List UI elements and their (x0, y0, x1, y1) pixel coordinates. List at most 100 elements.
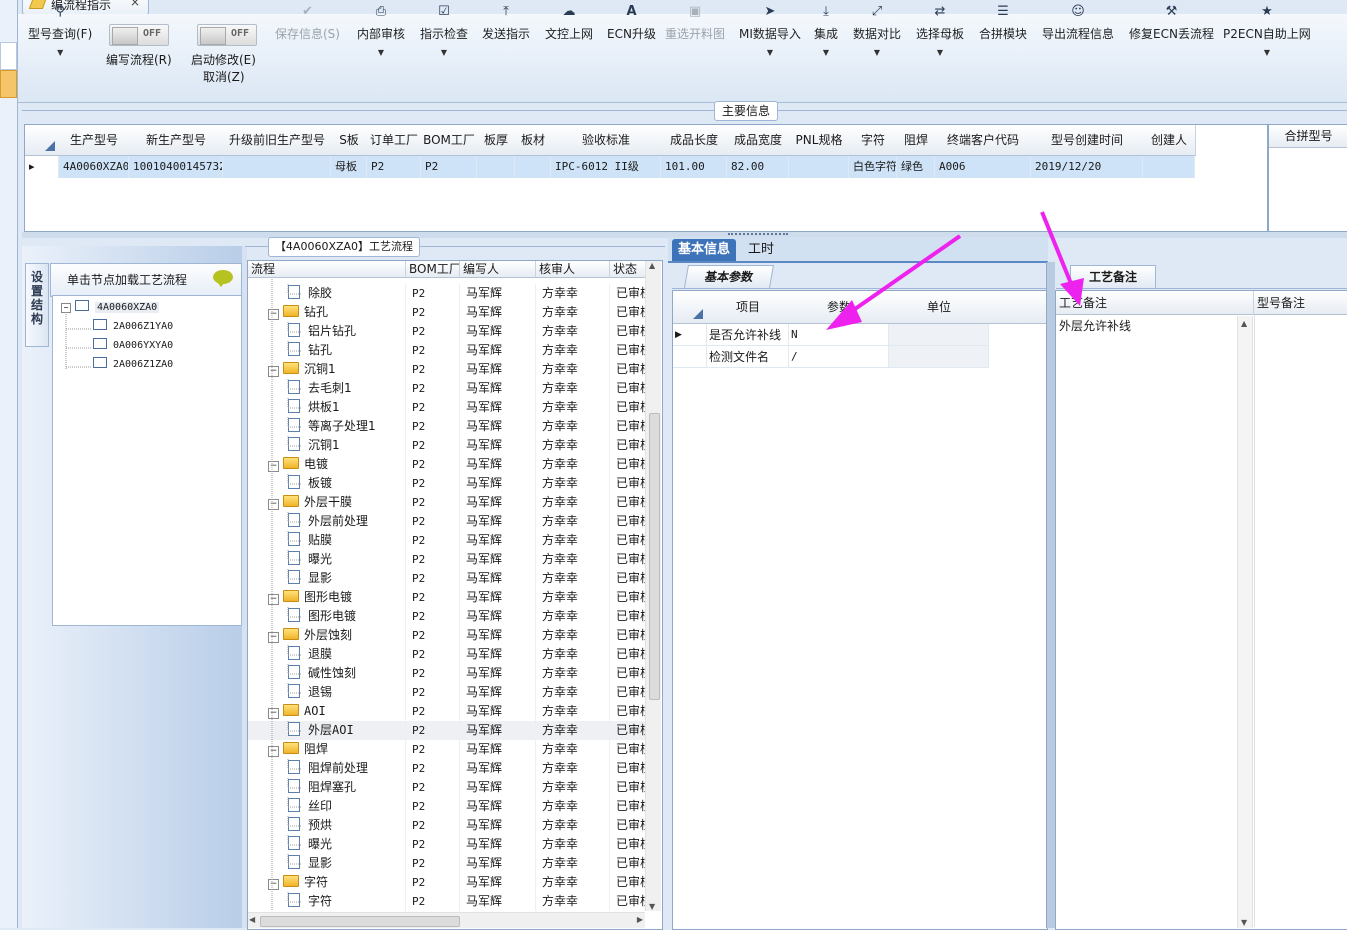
right-vertical-splitter[interactable] (1046, 262, 1055, 928)
tab-basic-params[interactable]: 基本参数 (683, 265, 775, 288)
main-cell[interactable]: 母板 (331, 156, 367, 178)
param-value-cell[interactable]: N (789, 324, 889, 346)
main-col-header[interactable]: 成品宽度 (727, 125, 790, 156)
p2ecn-button[interactable]: ★ P2ECN自助上网 ▼ (1223, 4, 1311, 57)
main-cell[interactable]: P2 (367, 156, 421, 178)
process-step-row[interactable]: 除胶 P2 马军辉方幸幸已审核 (248, 284, 648, 303)
remark-scrollbar[interactable]: ▲ ▼ (1237, 316, 1253, 928)
process-group-row[interactable]: −沉铜1P2马军辉方幸幸已审核 (248, 360, 648, 379)
scroll-thumb[interactable] (649, 413, 660, 700)
instruction-check-button[interactable]: ☑ 指示检查 ▼ (420, 4, 468, 57)
process-step-row[interactable]: 图形电镀 P2 马军辉方幸幸已审核 (248, 607, 648, 626)
process-step-row[interactable]: 钻孔 P2 马军辉方幸幸已审核 (248, 341, 648, 360)
dropdown-arrow-icon[interactable]: ▼ (28, 48, 92, 57)
close-tab-icon[interactable]: × (130, 0, 140, 9)
nav-item-selected[interactable] (0, 70, 17, 98)
main-cell[interactable]: 绿色 (897, 156, 935, 178)
dropdown-arrow-icon[interactable]: ▼ (357, 48, 405, 57)
data-compare-button[interactable]: ⤢ 数据对比 ▼ (853, 4, 901, 57)
process-step-row[interactable]: 显影 P2 马军辉方幸幸已审核 (248, 569, 648, 588)
dropdown-arrow-icon[interactable]: ▼ (739, 48, 801, 57)
tab-process-remark[interactable]: 工艺备注 (1070, 265, 1156, 288)
grid-corner[interactable] (25, 125, 60, 156)
main-col-header[interactable]: 验收标准 (551, 125, 662, 156)
main-col-header[interactable]: BOM工厂 (421, 125, 478, 156)
col-unit-header[interactable]: 单位 (889, 291, 990, 324)
scroll-thumb[interactable] (260, 916, 460, 927)
process-step-row[interactable]: 字符 P2 马军辉方幸幸已审核 (248, 892, 648, 911)
dropdown-arrow-icon[interactable]: ▼ (1223, 48, 1311, 57)
process-step-row[interactable]: 丝印 P2 马军辉方幸幸已审核 (248, 797, 648, 816)
nav-item[interactable] (0, 42, 17, 70)
main-cell[interactable] (515, 156, 551, 178)
dropdown-arrow-icon[interactable]: ▼ (814, 48, 838, 57)
upload-doc-button[interactable]: ☁ 文控上网 (545, 4, 593, 42)
process-group-row[interactable]: −外层蚀刻P2马军辉方幸幸已审核 (248, 626, 648, 645)
scroll-left-arrow-icon[interactable]: ◀ (249, 915, 255, 924)
write-flow-toggle[interactable]: OFF (109, 24, 169, 46)
main-col-header[interactable]: 字符 (849, 125, 898, 156)
select-mother-button[interactable]: ⇄ 选择母板 ▼ (916, 4, 964, 57)
main-col-header[interactable]: 终端客户代码 (935, 125, 1032, 156)
tab-work-hours[interactable]: 工时 (742, 239, 780, 261)
process-group-row[interactable]: −钻孔P2马军辉方幸幸已审核 (248, 303, 648, 322)
grid-corner[interactable] (673, 291, 708, 324)
process-step-row[interactable]: 外层前处理 P2 马军辉方幸幸已审核 (248, 512, 648, 531)
main-col-header[interactable]: 板材 (515, 125, 552, 156)
integrate-button[interactable]: ⤓ 集成 ▼ (814, 4, 838, 57)
col-item-header[interactable]: 项目 (707, 291, 790, 324)
row-indicator[interactable]: ▸ (25, 156, 59, 178)
scroll-up-arrow-icon[interactable]: ▲ (649, 261, 655, 270)
main-cell[interactable]: 2019/12/20 (1031, 156, 1143, 178)
param-unit-cell[interactable] (889, 324, 989, 346)
main-cell[interactable]: A006 (935, 156, 1031, 178)
main-cell[interactable]: IPC-6012 II级 (551, 156, 661, 178)
reselect-cut-button[interactable]: ▣ 重选开料图 (665, 4, 725, 42)
process-step-row[interactable]: 沉铜1 P2 马军辉方幸幸已审核 (248, 436, 648, 455)
col-model-remark-header[interactable]: 型号备注 (1254, 291, 1347, 315)
main-cell[interactable]: 白色字符 (849, 156, 897, 178)
fix-ecn-button[interactable]: ⚒ 修复ECN丢流程 (1129, 4, 1214, 42)
process-col-header[interactable]: BOM工厂 (406, 261, 460, 278)
process-step-row[interactable]: 曝光 P2 马军辉方幸幸已审核 (248, 835, 648, 854)
internal-review-button[interactable]: ⎙ 内部审核 ▼ (357, 4, 405, 57)
process-step-row[interactable]: 烘板1 P2 马军辉方幸幸已审核 (248, 398, 648, 417)
dropdown-arrow-icon[interactable]: ▼ (853, 48, 901, 57)
tab-basic-info[interactable]: 基本信息 (672, 239, 737, 261)
process-col-header[interactable]: 核审人 (536, 261, 610, 278)
start-modify-toggle[interactable]: OFF (197, 24, 257, 46)
main-cell[interactable]: 101.00 (661, 156, 727, 178)
process-col-header[interactable]: 状态 (610, 261, 648, 278)
process-group-row[interactable]: −字符P2马军辉方幸幸已审核 (248, 873, 648, 892)
main-col-header[interactable]: 阻焊 (897, 125, 936, 156)
process-step-row[interactable]: 曝光 P2 马军辉方幸幸已审核 (248, 550, 648, 569)
process-horizontal-scrollbar[interactable]: ◀ ▶ (248, 912, 645, 928)
main-col-header[interactable]: 板厚 (477, 125, 516, 156)
send-instruction-button[interactable]: ⤒ 发送指示 (482, 4, 530, 42)
row-indicator[interactable]: ▶ (673, 324, 707, 346)
process-step-row[interactable]: 去毛刺1 P2 马军辉方幸幸已审核 (248, 379, 648, 398)
process-remark-text[interactable]: 外层允许补线 (1059, 317, 1131, 334)
process-step-row[interactable]: 显影 P2 马军辉方幸幸已审核 (248, 854, 648, 873)
merge-model-header[interactable]: 合拼型号 (1269, 125, 1347, 148)
row-indicator[interactable] (673, 346, 707, 368)
process-step-row[interactable]: 碱性蚀刻 P2 马军辉方幸幸已审核 (248, 664, 648, 683)
scroll-down-arrow-icon[interactable]: ▼ (649, 902, 655, 911)
process-group-row[interactable]: −AOIP2马军辉方幸幸已审核 (248, 702, 648, 721)
main-col-header[interactable]: 型号创建时间 (1031, 125, 1144, 156)
process-step-row[interactable]: 阻焊塞孔 P2 马军辉方幸幸已审核 (248, 778, 648, 797)
query-button[interactable]: ⚲ 型号查询(F) ▼ (28, 4, 92, 57)
scroll-down-arrow-icon[interactable]: ▼ (1241, 918, 1247, 927)
process-group-row[interactable]: −外层干膜P2马军辉方幸幸已审核 (248, 493, 648, 512)
param-unit-cell[interactable] (889, 346, 989, 368)
process-step-row[interactable]: 贴膜 P2 马军辉方幸幸已审核 (248, 531, 648, 550)
dropdown-arrow-icon[interactable]: ▼ (916, 48, 964, 57)
process-step-row[interactable]: 等离子处理1 P2 马军辉方幸幸已审核 (248, 417, 648, 436)
main-cell[interactable] (477, 156, 515, 178)
structure-vertical-tab[interactable]: 设置结构 (25, 263, 49, 347)
process-group-row[interactable]: −图形电镀P2马军辉方幸幸已审核 (248, 588, 648, 607)
main-cell[interactable]: 82.00 (727, 156, 789, 178)
main-col-header[interactable]: 成品长度 (661, 125, 728, 156)
col-param-header[interactable]: 参数 (789, 291, 890, 324)
col-process-remark-header[interactable]: 工艺备注 (1056, 291, 1254, 315)
